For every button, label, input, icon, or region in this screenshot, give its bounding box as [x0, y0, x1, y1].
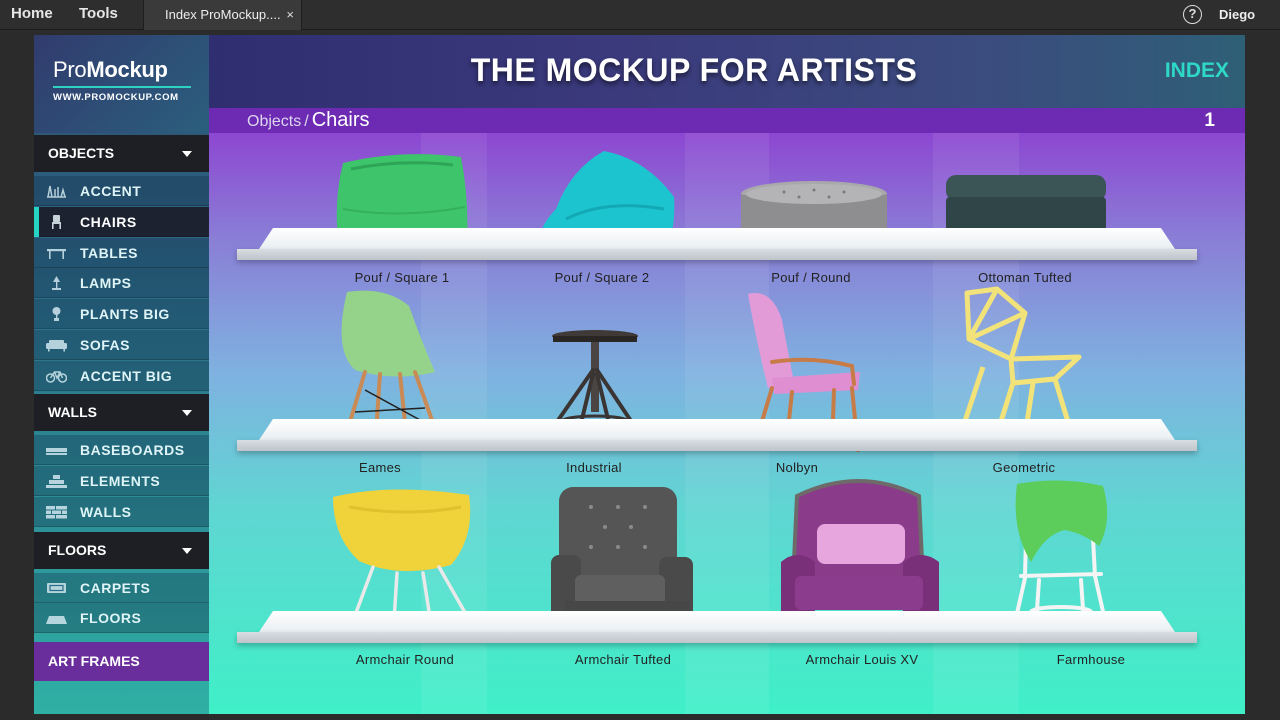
- sidebar-item-label: TABLES: [80, 245, 138, 261]
- product-label: Ottoman Tufted: [978, 270, 1072, 285]
- plant-icon: [52, 307, 61, 321]
- sidebar-item-accent[interactable]: ACCENT: [34, 176, 209, 206]
- page-title: THE MOCKUP FOR ARTISTS: [470, 52, 918, 88]
- index-link[interactable]: INDEX: [1165, 59, 1229, 83]
- page-number: 1: [1204, 110, 1215, 131]
- sidebar-item-label: SOFAS: [80, 337, 130, 353]
- chair-icon: [52, 215, 61, 229]
- sidebar-item-label: WALLS: [80, 504, 132, 520]
- accent-icon: [47, 185, 66, 198]
- sofa-icon: [46, 340, 67, 352]
- sidebar-item-label: CHAIRS: [80, 214, 137, 230]
- sidebar-item-label: ELEMENTS: [80, 473, 161, 489]
- home-menu[interactable]: Home: [11, 0, 53, 30]
- lamp-icon: [52, 276, 61, 290]
- section-walls-label: WALLS: [48, 404, 97, 420]
- product-label: Industrial: [566, 460, 622, 475]
- page-header: THE MOCKUP FOR ARTISTS INDEX: [209, 35, 1245, 108]
- product-label: Eames: [359, 460, 401, 475]
- sidebar: ProMockup WWW.PROMOCKUP.COM OBJECTS ACCE…: [34, 35, 209, 714]
- sidebar-item-label: FLOORS: [80, 610, 142, 626]
- mockup-index-frame: ProMockup WWW.PROMOCKUP.COM OBJECTS ACCE…: [34, 35, 1245, 714]
- tools-menu[interactable]: Tools: [79, 0, 118, 30]
- breadcrumb-current: Chairs: [311, 109, 370, 131]
- breadcrumb-separator: /: [304, 113, 309, 130]
- sidebar-item-label: ACCENT BIG: [80, 368, 173, 384]
- section-walls[interactable]: WALLS: [34, 394, 209, 431]
- product-label: Farmhouse: [1056, 652, 1126, 667]
- floor-icon: [46, 616, 67, 624]
- sidebar-item-label: ACCENT: [80, 183, 142, 199]
- shelf: [237, 228, 1197, 260]
- shelf: [237, 419, 1197, 451]
- sidebar-item-label: LAMPS: [80, 275, 132, 291]
- document-tab-title: Index ProMockup....: [165, 7, 281, 22]
- bicycle-icon: [46, 371, 67, 383]
- brand-url: WWW.PROMOCKUP.COM: [53, 92, 179, 103]
- sidebar-item-accent-big[interactable]: ACCENT BIG: [34, 361, 209, 391]
- product-label: Armchair Round: [355, 652, 455, 667]
- product-label: Armchair Tufted: [574, 652, 672, 667]
- shelf: [237, 611, 1197, 643]
- sidebar-item-sofas[interactable]: SOFAS: [34, 330, 209, 360]
- breadcrumb-parent[interactable]: Objects: [247, 113, 301, 130]
- section-floors[interactable]: FLOORS: [34, 532, 209, 569]
- sidebar-item-lamps[interactable]: LAMPS: [34, 268, 209, 298]
- sidebar-item-carpets[interactable]: CARPETS: [34, 573, 209, 603]
- logo-underline: [53, 86, 191, 88]
- section-objects[interactable]: OBJECTS: [34, 135, 209, 172]
- logo[interactable]: ProMockup WWW.PROMOCKUP.COM: [34, 35, 209, 133]
- product-label: Armchair Louis XV: [805, 652, 919, 667]
- sidebar-item-baseboards[interactable]: BASEBOARDS: [34, 435, 209, 465]
- product-label: Pouf / Round: [771, 270, 851, 285]
- sidebar-item-floors[interactable]: FLOORS: [34, 603, 209, 633]
- help-icon[interactable]: ?: [1183, 5, 1202, 24]
- sidebar-art-frames[interactable]: ART FRAMES: [34, 642, 209, 681]
- sidebar-item-tables[interactable]: TABLES: [34, 238, 209, 268]
- user-name[interactable]: Diego: [1219, 0, 1255, 30]
- product-label: Pouf / Square 2: [554, 270, 650, 285]
- product-label: Pouf / Square 1: [354, 270, 450, 285]
- chevron-down-icon: [182, 410, 192, 416]
- sidebar-item-label: PLANTS BIG: [80, 306, 170, 322]
- section-floors-label: FLOORS: [48, 542, 107, 558]
- brand-name: ProMockup: [53, 57, 168, 82]
- close-tab-icon[interactable]: ×: [286, 0, 294, 30]
- sidebar-item-elements[interactable]: ELEMENTS: [34, 466, 209, 496]
- breadcrumb: Objects / Chairs 1: [209, 108, 1245, 133]
- sidebar-item-walls[interactable]: WALLS: [34, 497, 209, 527]
- carpet-icon: [47, 583, 66, 593]
- wall-icon: [46, 506, 67, 519]
- baseboard-icon: [46, 448, 67, 455]
- section-objects-label: OBJECTS: [48, 145, 115, 161]
- main-content: THE MOCKUP FOR ARTISTS INDEX Objects / Cha…: [209, 35, 1245, 714]
- document-tab[interactable]: Index ProMockup.... ×: [143, 0, 302, 30]
- table-icon: [47, 249, 66, 259]
- elements-icon: [46, 475, 67, 488]
- sidebar-item-label: BASEBOARDS: [80, 442, 185, 458]
- chevron-down-icon: [182, 548, 192, 554]
- sidebar-item-plants-big[interactable]: PLANTS BIG: [34, 299, 209, 329]
- app-top-bar: Home Tools Index ProMockup.... × ? Diego: [0, 0, 1280, 30]
- product-label: Geometric: [992, 460, 1056, 475]
- sidebar-item-label: CARPETS: [80, 580, 151, 596]
- sidebar-item-chairs[interactable]: CHAIRS: [34, 207, 209, 237]
- chevron-down-icon: [182, 151, 192, 157]
